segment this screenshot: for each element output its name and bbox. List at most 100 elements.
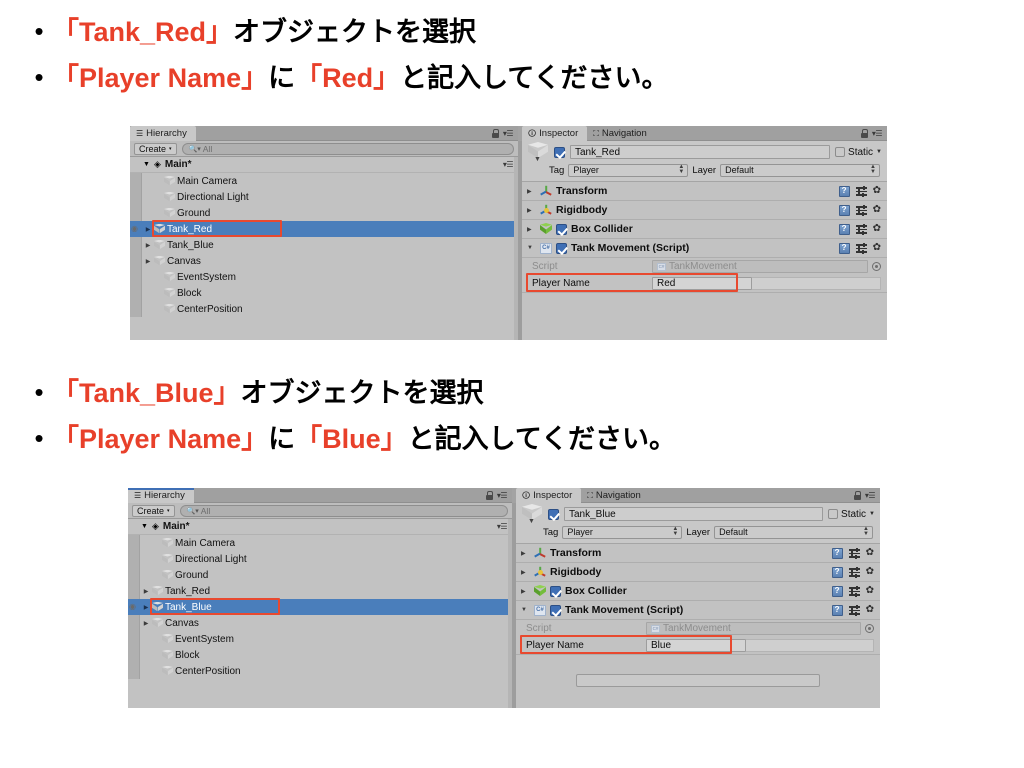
hierarchy-item-tank-blue[interactable]: ▶ Tank_Blue bbox=[130, 237, 518, 253]
help-book-icon[interactable]: ? bbox=[831, 566, 843, 578]
player-name-input[interactable]: Red bbox=[652, 277, 752, 290]
gear-icon[interactable]: ✿ bbox=[873, 224, 881, 234]
panel-menu-icon[interactable]: ▾☰ bbox=[497, 491, 508, 500]
preset-sliders-icon[interactable] bbox=[848, 604, 860, 616]
help-book-icon[interactable]: ? bbox=[838, 204, 850, 216]
object-enabled-checkbox[interactable] bbox=[548, 508, 559, 520]
gear-icon[interactable]: ✿ bbox=[866, 586, 874, 596]
hierarchy-item-directional-light[interactable]: Directional Light bbox=[130, 189, 518, 205]
hierarchy-item-directional-light[interactable]: Directional Light bbox=[128, 551, 512, 567]
gear-icon[interactable]: ✿ bbox=[873, 243, 881, 253]
tag-dropdown[interactable]: Player ▲ ▼ bbox=[568, 163, 689, 177]
lock-icon[interactable] bbox=[860, 128, 869, 138]
help-book-icon[interactable]: ? bbox=[838, 185, 850, 197]
component-header-transform[interactable]: ▶ Transform? ✿ bbox=[522, 182, 887, 201]
component-header-rigidbody[interactable]: ▶ Rigidbody? ✿ bbox=[522, 201, 887, 220]
disclosure-triangle-icon[interactable]: ▼ bbox=[141, 523, 148, 530]
panel-menu-icon[interactable]: ▾☰ bbox=[865, 491, 876, 500]
disclosure-triangle-icon[interactable]: ▶ bbox=[527, 207, 536, 214]
disclosure-triangle-icon[interactable]: ▶ bbox=[140, 604, 152, 611]
object-picker-icon[interactable] bbox=[865, 624, 874, 633]
preset-sliders-icon[interactable] bbox=[855, 185, 867, 197]
tab-navigation[interactable]: ⛶ Navigation bbox=[581, 488, 650, 503]
panel-menu-icon[interactable]: ▾☰ bbox=[503, 129, 514, 138]
chevron-down-icon[interactable]: ▼ bbox=[869, 511, 875, 517]
tab-hierarchy[interactable]: ☰ Hierarchy bbox=[130, 126, 196, 141]
create-button[interactable]: Create ▾ bbox=[132, 504, 175, 517]
help-book-icon[interactable]: ? bbox=[838, 223, 850, 235]
component-header-transform[interactable]: ▶ Transform? ✿ bbox=[516, 544, 880, 563]
lock-icon[interactable] bbox=[853, 490, 862, 500]
pane-splitter[interactable] bbox=[512, 503, 516, 708]
lock-icon[interactable] bbox=[491, 128, 500, 138]
pane-splitter[interactable] bbox=[518, 141, 522, 340]
hierarchy-item-main-camera[interactable]: Main Camera bbox=[128, 535, 512, 551]
preset-sliders-icon[interactable] bbox=[848, 585, 860, 597]
component-header-box-collider[interactable]: ▶ Box Collider? ✿ bbox=[516, 582, 880, 601]
tab-inspector[interactable]: 🛈 Inspector bbox=[522, 126, 588, 141]
script-object-field[interactable]: C# TankMovement bbox=[646, 622, 861, 635]
component-enabled-checkbox[interactable] bbox=[556, 223, 567, 235]
preset-sliders-icon[interactable] bbox=[848, 566, 860, 578]
static-toggle[interactable]: Static ▼ bbox=[828, 509, 875, 520]
hierarchy-item-block[interactable]: Block bbox=[130, 285, 518, 301]
chevron-down-icon[interactable]: ▼ bbox=[876, 149, 882, 155]
scene-root-row[interactable]: ▼ ◈ Main* ▾☰ bbox=[130, 157, 518, 173]
tab-hierarchy[interactable]: ☰ Hierarchy bbox=[128, 488, 194, 503]
tag-dropdown[interactable]: Player ▲ ▼ bbox=[562, 525, 683, 539]
visibility-eye-icon[interactable]: ◉ bbox=[129, 602, 136, 611]
gear-icon[interactable]: ✿ bbox=[873, 186, 881, 196]
search-input[interactable]: 🔍▾ All bbox=[179, 504, 508, 517]
hierarchy-item-eventsystem[interactable]: EventSystem bbox=[130, 269, 518, 285]
hierarchy-item-tank-blue[interactable]: ◉ ▶ Tank_Blue bbox=[128, 599, 512, 615]
object-name-input[interactable]: Tank_Red bbox=[570, 145, 831, 159]
add-component-button[interactable] bbox=[576, 674, 820, 687]
component-enabled-checkbox[interactable] bbox=[550, 585, 561, 597]
component-header-tank-movement-script-[interactable]: ▼ C# Tank Movement (Script)? ✿ bbox=[522, 239, 887, 258]
lock-icon[interactable] bbox=[485, 490, 494, 500]
player-name-input[interactable]: Blue bbox=[646, 639, 746, 652]
help-book-icon[interactable]: ? bbox=[831, 585, 843, 597]
hierarchy-item-centerposition[interactable]: CenterPosition bbox=[128, 663, 512, 679]
preset-sliders-icon[interactable] bbox=[855, 223, 867, 235]
create-button[interactable]: Create ▾ bbox=[134, 142, 177, 155]
disclosure-triangle-icon[interactable]: ▼ bbox=[521, 607, 530, 613]
tab-inspector[interactable]: 🛈 Inspector bbox=[516, 488, 582, 503]
disclosure-triangle-icon[interactable]: ▶ bbox=[142, 226, 154, 233]
object-name-input[interactable]: Tank_Blue bbox=[564, 507, 824, 521]
tab-navigation[interactable]: ⛶ Navigation bbox=[587, 126, 656, 141]
search-input[interactable]: 🔍▾ All bbox=[181, 142, 514, 155]
static-checkbox[interactable] bbox=[828, 509, 839, 519]
gear-icon[interactable]: ✿ bbox=[866, 548, 874, 558]
help-book-icon[interactable]: ? bbox=[831, 547, 843, 559]
preset-sliders-icon[interactable] bbox=[855, 242, 867, 254]
hierarchy-item-canvas[interactable]: ▶ Canvas bbox=[130, 253, 518, 269]
help-book-icon[interactable]: ? bbox=[838, 242, 850, 254]
hierarchy-item-ground[interactable]: Ground bbox=[128, 567, 512, 583]
component-header-rigidbody[interactable]: ▶ Rigidbody? ✿ bbox=[516, 563, 880, 582]
static-toggle[interactable]: Static ▼ bbox=[835, 147, 882, 158]
component-header-box-collider[interactable]: ▶ Box Collider? ✿ bbox=[522, 220, 887, 239]
hierarchy-item-tank-red[interactable]: ◉ ▶ Tank_Red bbox=[130, 221, 518, 237]
static-checkbox[interactable] bbox=[835, 147, 846, 157]
hierarchy-item-centerposition[interactable]: CenterPosition bbox=[130, 301, 518, 317]
hierarchy-item-main-camera[interactable]: Main Camera bbox=[130, 173, 518, 189]
hierarchy-item-canvas[interactable]: ▶ Canvas bbox=[128, 615, 512, 631]
component-enabled-checkbox[interactable] bbox=[556, 242, 567, 254]
disclosure-triangle-icon[interactable]: ▶ bbox=[140, 588, 152, 595]
disclosure-triangle-icon[interactable]: ▶ bbox=[521, 569, 530, 576]
hierarchy-item-eventsystem[interactable]: EventSystem bbox=[128, 631, 512, 647]
preset-sliders-icon[interactable] bbox=[855, 204, 867, 216]
disclosure-triangle-icon[interactable]: ▶ bbox=[142, 242, 154, 249]
component-enabled-checkbox[interactable] bbox=[550, 604, 561, 616]
gear-icon[interactable]: ✿ bbox=[866, 605, 874, 615]
object-enabled-checkbox[interactable] bbox=[554, 146, 565, 158]
scene-root-row[interactable]: ▼ ◈ Main* ▾☰ bbox=[128, 519, 512, 535]
layer-dropdown[interactable]: Default ▲ ▼ bbox=[714, 525, 873, 539]
disclosure-triangle-icon[interactable]: ▼ bbox=[527, 245, 536, 251]
disclosure-triangle-icon[interactable]: ▼ bbox=[143, 161, 150, 168]
disclosure-triangle-icon[interactable]: ▶ bbox=[142, 258, 154, 265]
preset-sliders-icon[interactable] bbox=[848, 547, 860, 559]
disclosure-triangle-icon[interactable]: ▶ bbox=[521, 550, 530, 557]
gear-icon[interactable]: ✿ bbox=[873, 205, 881, 215]
